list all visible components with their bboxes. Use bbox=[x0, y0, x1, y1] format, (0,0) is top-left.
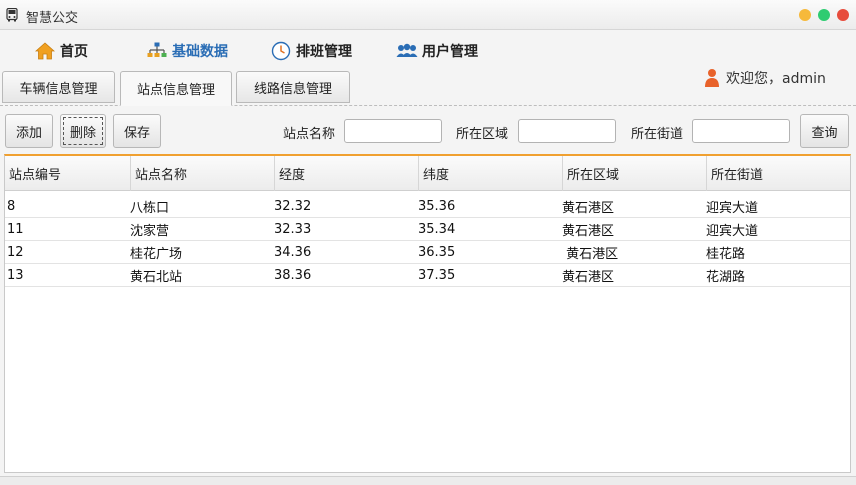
cell-station-name: 桂花广场 bbox=[130, 247, 183, 262]
cell-station-id: 8 bbox=[7, 199, 16, 214]
cell-station-id: 13 bbox=[7, 268, 24, 283]
cell-district: 黄石港区 bbox=[562, 224, 615, 239]
column-header[interactable]: 纬度 bbox=[418, 156, 562, 191]
toolbar: 添加 删除 保存 站点名称 所在区域 所在街道 查询 bbox=[0, 108, 856, 154]
table-row[interactable]: 8 八栋口 32.32 35.36 黄石港区 迎宾大道 bbox=[5, 195, 850, 218]
cell-district: 黄石港区 bbox=[562, 247, 619, 262]
cell-longitude: 32.33 bbox=[274, 222, 312, 237]
station-name-input[interactable] bbox=[344, 119, 442, 143]
column-header[interactable]: 经度 bbox=[274, 156, 418, 191]
nav-label-users: 用户管理 bbox=[422, 44, 478, 60]
station-name-label: 站点名称 bbox=[283, 127, 336, 142]
district-input[interactable] bbox=[518, 119, 616, 143]
table-header: 站点编号 站点名称 经度 纬度 所在区域 所在街道 bbox=[5, 156, 850, 191]
cell-street: 迎宾大道 bbox=[706, 224, 759, 239]
cell-station-name: 黄石北站 bbox=[130, 270, 183, 285]
bus-icon bbox=[6, 8, 18, 22]
nav-item-schedule[interactable]: 排班管理 bbox=[270, 39, 352, 63]
save-button[interactable]: 保存 bbox=[113, 114, 161, 148]
cell-latitude: 37.35 bbox=[418, 268, 456, 283]
cell-longitude: 32.32 bbox=[274, 199, 312, 214]
cell-street: 桂花路 bbox=[706, 247, 746, 262]
cell-longitude: 34.36 bbox=[274, 245, 312, 260]
column-header[interactable]: 所在区域 bbox=[562, 156, 706, 191]
minimize-icon[interactable] bbox=[799, 9, 811, 21]
nav-item-users[interactable]: 用户管理 bbox=[396, 39, 478, 63]
cell-latitude: 35.34 bbox=[418, 222, 456, 237]
cell-station-name: 八栋口 bbox=[130, 201, 170, 216]
nav-item-basic-data[interactable]: 基础数据 bbox=[146, 39, 228, 63]
clock-icon bbox=[270, 40, 292, 62]
window-title: 智慧公交 bbox=[26, 11, 79, 26]
query-button[interactable]: 查询 bbox=[800, 114, 849, 148]
tab-vehicle-info[interactable]: 车辆信息管理 bbox=[2, 71, 115, 103]
street-label: 所在街道 bbox=[631, 127, 684, 142]
cell-latitude: 36.35 bbox=[418, 245, 456, 260]
district-label: 所在区域 bbox=[456, 127, 509, 142]
users-icon bbox=[396, 40, 418, 62]
maximize-icon[interactable] bbox=[818, 9, 830, 21]
tab-station-info[interactable]: 站点信息管理 bbox=[120, 71, 232, 106]
station-table[interactable]: 站点编号 站点名称 经度 纬度 所在区域 所在街道 8 八栋口 32.32 35… bbox=[4, 154, 851, 473]
cell-station-id: 11 bbox=[7, 222, 24, 237]
cell-street: 迎宾大道 bbox=[706, 201, 759, 216]
column-header[interactable]: 站点编号 bbox=[5, 156, 130, 191]
cell-street: 花湖路 bbox=[706, 270, 746, 285]
sub-tab-bar: 车辆信息管理 站点信息管理 线路信息管理 bbox=[0, 70, 856, 106]
table-row[interactable]: 11 沈家营 32.33 35.34 黄石港区 迎宾大道 bbox=[5, 218, 850, 241]
main-nav: 首页 基础数据 排班管理 用户管理 欢迎您，admin bbox=[0, 31, 856, 87]
nav-label-schedule: 排班管理 bbox=[296, 44, 352, 60]
tab-route-info[interactable]: 线路信息管理 bbox=[236, 71, 350, 103]
add-button[interactable]: 添加 bbox=[5, 114, 53, 148]
sitemap-icon bbox=[146, 40, 168, 62]
cell-station-id: 12 bbox=[7, 245, 24, 260]
nav-label-home: 首页 bbox=[60, 44, 88, 60]
status-bar bbox=[0, 476, 856, 485]
column-header[interactable]: 站点名称 bbox=[130, 156, 274, 191]
table-row[interactable]: 12 桂花广场 34.36 36.35 黄石港区 桂花路 bbox=[5, 241, 850, 264]
close-icon[interactable] bbox=[837, 9, 849, 21]
nav-item-home[interactable]: 首页 bbox=[34, 39, 88, 63]
home-icon bbox=[34, 40, 56, 62]
title-bar: 智慧公交 bbox=[0, 0, 856, 30]
cell-district: 黄石港区 bbox=[562, 270, 615, 285]
table-row[interactable]: 13 黄石北站 38.36 37.35 黄石港区 花湖路 bbox=[5, 264, 850, 287]
delete-button[interactable]: 删除 bbox=[60, 114, 106, 148]
cell-longitude: 38.36 bbox=[274, 268, 312, 283]
cell-station-name: 沈家营 bbox=[130, 224, 170, 239]
cell-district: 黄石港区 bbox=[562, 201, 615, 216]
street-input[interactable] bbox=[692, 119, 790, 143]
cell-latitude: 35.36 bbox=[418, 199, 456, 214]
nav-label-basic-data: 基础数据 bbox=[172, 44, 228, 60]
column-header[interactable]: 所在街道 bbox=[706, 156, 850, 191]
